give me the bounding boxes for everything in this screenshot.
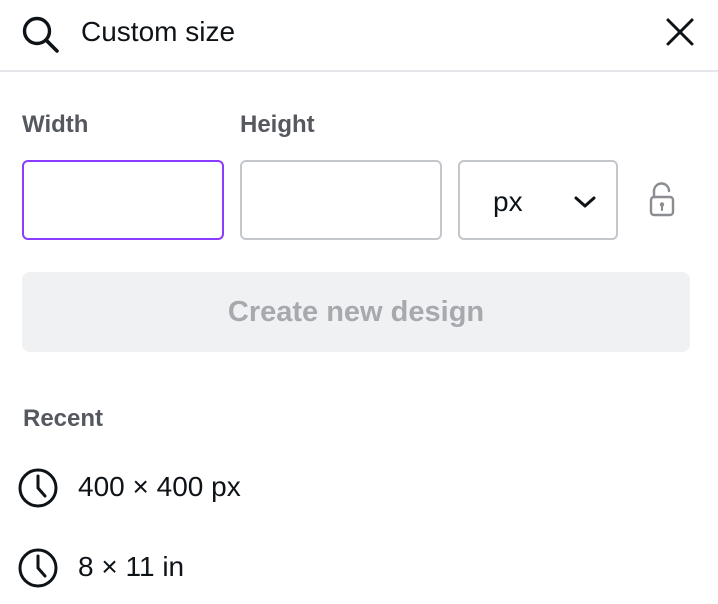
width-field[interactable] (22, 160, 224, 240)
recent-item[interactable]: 8 × 11 in (0, 537, 718, 597)
unit-value: px (493, 186, 523, 217)
search-input[interactable]: Custom size (81, 14, 235, 50)
close-icon (666, 18, 694, 46)
height-field[interactable] (240, 160, 442, 240)
clock-icon (18, 468, 58, 508)
recent-item-label: 400 × 400 px (78, 471, 241, 502)
create-new-design-button[interactable]: Create new design (22, 272, 690, 352)
chevron-down-icon (574, 196, 596, 208)
width-label: Width (22, 111, 89, 138)
aspect-lock-button[interactable] (646, 182, 678, 218)
recent-item[interactable]: 400 × 400 px (0, 457, 718, 517)
unlocked-padlock-icon (649, 182, 675, 217)
clock-icon (18, 548, 58, 588)
height-label: Height (240, 111, 315, 138)
close-button[interactable] (662, 14, 698, 50)
recent-heading: Recent (23, 405, 104, 432)
search-bar: Custom size (0, 0, 718, 72)
unit-select[interactable]: px (458, 160, 618, 240)
recent-item-label: 8 × 11 in (78, 551, 185, 582)
search-icon (22, 16, 59, 53)
